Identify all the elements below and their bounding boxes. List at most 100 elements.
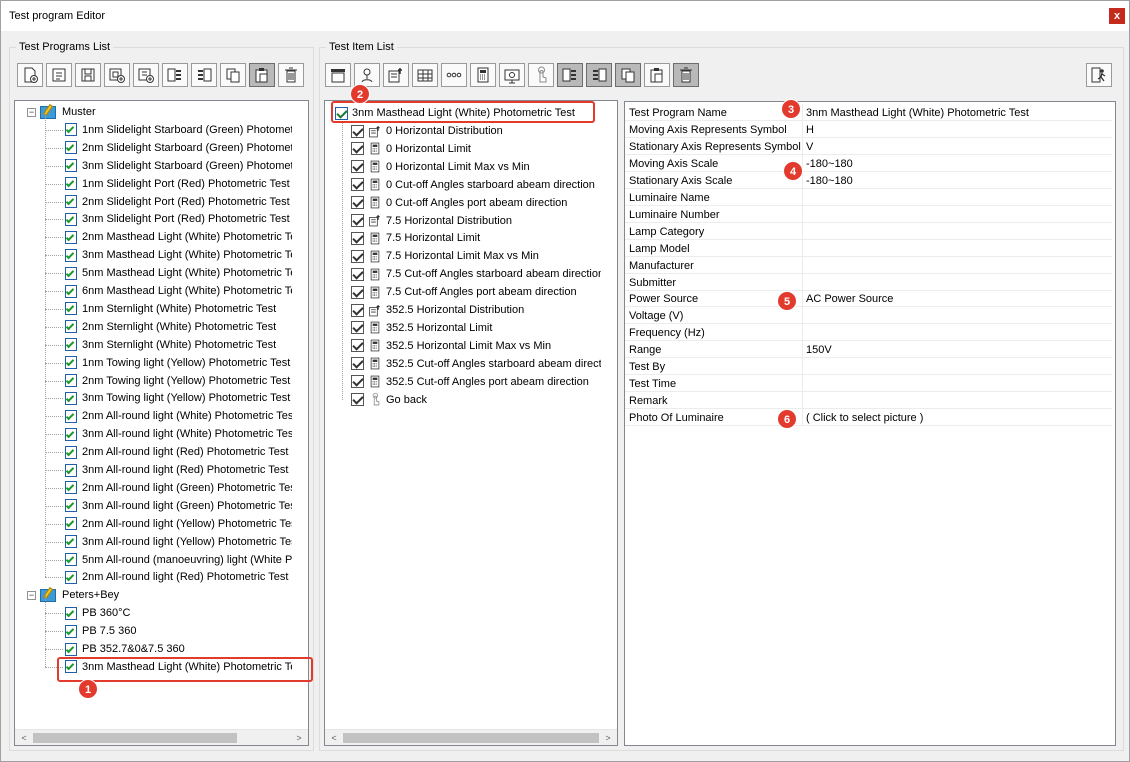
program-item[interactable]: PB 352.7&0&7.5 360 — [64, 640, 185, 658]
table-button[interactable] — [412, 63, 438, 87]
add-group-button[interactable] — [104, 63, 130, 87]
property-row[interactable]: Moving Axis Scale -180~180 — [625, 154, 1112, 172]
property-row[interactable]: Test Time — [625, 375, 1112, 393]
checkbox-icon[interactable] — [351, 321, 364, 335]
property-row[interactable]: Stationary Axis Scale -180~180 — [625, 171, 1112, 189]
property-row[interactable]: Frequency (Hz) — [625, 324, 1112, 342]
program-item[interactable]: 3nm Slidelight Starboard (Green) Photome… — [64, 157, 292, 175]
test-item[interactable]: 352.5 Horizontal Distribution — [351, 301, 524, 319]
program-item[interactable]: 2nm All-round light (Green) Photometric … — [64, 479, 292, 497]
property-row[interactable]: Photo Of Luminaire ( Click to select pict… — [625, 409, 1112, 427]
test-item[interactable]: 7.5 Horizontal Distribution — [351, 212, 512, 230]
program-item[interactable]: 2nm Slidelight Starboard (Green) Photome… — [64, 139, 292, 157]
screen-target-button[interactable] — [499, 63, 525, 87]
program-item[interactable]: 5nm All-round (manoeuvring) light (White… — [64, 551, 292, 569]
property-row[interactable]: Submitter — [625, 273, 1112, 291]
checkbox-icon[interactable] — [351, 303, 364, 317]
program-item[interactable]: PB 7.5 360 — [64, 622, 136, 640]
move-down-button[interactable] — [191, 63, 217, 87]
property-row[interactable]: Remark — [625, 392, 1112, 410]
test-item[interactable]: 352.5 Cut-off Angles starboard abeam dir… — [351, 355, 601, 373]
program-item[interactable]: 2nm All-round light (Red) Photometric Te… — [64, 568, 288, 586]
property-row[interactable]: Luminaire Number — [625, 205, 1112, 223]
test-item[interactable]: 7.5 Cut-off Angles port abeam direction — [351, 283, 577, 301]
move-down-button[interactable] — [586, 63, 612, 87]
open-program-button[interactable] — [46, 63, 72, 87]
programs-hscroll[interactable]: < > — [15, 729, 308, 745]
scroll-right-icon[interactable]: > — [292, 731, 306, 745]
checkbox-icon[interactable] — [351, 393, 364, 406]
scroll-right-icon[interactable]: > — [601, 731, 615, 745]
program-item[interactable]: 1nm Slidelight Port (Red) Photometric Te… — [64, 175, 290, 193]
test-item[interactable]: 0 Horizontal Distribution — [351, 122, 503, 140]
group-node[interactable]: − Muster — [27, 103, 96, 121]
property-value[interactable]: V — [806, 141, 813, 153]
more-button[interactable] — [441, 63, 467, 87]
distribution-button[interactable] — [383, 63, 409, 87]
property-row[interactable]: Stationary Axis Represents Symbol V — [625, 137, 1112, 155]
property-row[interactable]: Luminaire Name — [625, 188, 1112, 206]
program-header-button[interactable] — [325, 63, 351, 87]
collapse-icon[interactable]: − — [27, 590, 36, 600]
program-item[interactable]: 2nm All-round light (Yellow) Photometric… — [64, 515, 292, 533]
test-item[interactable]: 0 Cut-off Angles starboard abeam directi… — [351, 176, 595, 194]
program-item[interactable]: 2nm Towing light (Yellow) Photometric Te… — [64, 372, 290, 390]
collapse-icon[interactable]: − — [27, 107, 36, 117]
test-item[interactable]: 352.5 Horizontal Limit Max vs Min — [351, 337, 551, 355]
test-item[interactable]: 352.5 Cut-off Angles port abeam directio… — [351, 373, 589, 391]
program-item[interactable]: 2nm All-round light (Red) Photometric Te… — [64, 443, 288, 461]
property-row[interactable]: Range 150V — [625, 341, 1112, 359]
delete-button[interactable] — [673, 63, 699, 87]
checkbox-icon[interactable] — [351, 160, 364, 174]
property-row[interactable]: Manufacturer — [625, 256, 1112, 274]
property-row[interactable]: Test Program Name 3nm Masthead Light (Whi… — [625, 104, 1112, 121]
property-row[interactable]: Power Source AC Power Source — [625, 290, 1112, 308]
checkbox-icon[interactable] — [351, 178, 364, 192]
new-program-button[interactable] — [17, 63, 43, 87]
test-item[interactable]: 352.5 Horizontal Limit — [351, 319, 492, 337]
checkbox-icon[interactable] — [351, 357, 364, 371]
scroll-left-icon[interactable]: < — [327, 731, 341, 745]
property-value[interactable]: ( Click to select picture ) — [806, 412, 923, 424]
property-row[interactable]: Lamp Category — [625, 222, 1112, 240]
checkbox-icon[interactable] — [351, 231, 364, 245]
program-item[interactable]: 5nm Masthead Light (White) Photometric T… — [64, 264, 292, 282]
paste-button[interactable] — [644, 63, 670, 87]
property-row[interactable]: Voltage (V) — [625, 307, 1112, 325]
checkbox-icon[interactable] — [351, 142, 364, 156]
test-item[interactable]: 7.5 Horizontal Limit — [351, 229, 480, 247]
property-value[interactable]: -180~180 — [806, 175, 853, 187]
property-value[interactable]: H — [806, 124, 814, 136]
paste-button[interactable] — [249, 63, 275, 87]
copy-button[interactable] — [615, 63, 641, 87]
test-item[interactable]: 0 Horizontal Limit — [351, 140, 471, 158]
scroll-left-icon[interactable]: < — [17, 731, 31, 745]
program-item[interactable]: 3nm Sternlight (White) Photometric Test — [64, 336, 276, 354]
scroll-thumb[interactable] — [343, 733, 599, 743]
copy-button[interactable] — [220, 63, 246, 87]
property-value[interactable]: 150V — [806, 344, 832, 356]
property-value[interactable]: 3nm Masthead Light (White) Photometric T… — [806, 107, 1029, 119]
move-up-button[interactable] — [162, 63, 188, 87]
add-item-button[interactable] — [133, 63, 159, 87]
checkbox-icon[interactable] — [351, 339, 364, 353]
scroll-thumb[interactable] — [33, 733, 237, 743]
test-item[interactable]: 0 Horizontal Limit Max vs Min — [351, 158, 530, 176]
checkbox-icon[interactable] — [351, 214, 364, 227]
checkbox-icon[interactable] — [351, 285, 364, 299]
program-item[interactable]: 2nm Sternlight (White) Photometric Test — [64, 318, 276, 336]
checkbox-icon[interactable] — [351, 375, 364, 389]
checkbox-icon[interactable] — [351, 196, 364, 210]
program-item[interactable]: 6nm Masthead Light (White) Photometric T… — [64, 282, 292, 300]
hand-pointer-button[interactable] — [528, 63, 554, 87]
program-item[interactable]: 2nm All-round light (White) Photometric … — [64, 407, 292, 425]
checkbox-icon[interactable] — [351, 267, 364, 281]
program-item[interactable]: 3nm All-round light (Green) Photometric … — [64, 497, 292, 515]
delete-button[interactable] — [278, 63, 304, 87]
program-item[interactable]: 1nm Sternlight (White) Photometric Test — [64, 300, 276, 318]
calculator-button[interactable] — [470, 63, 496, 87]
program-item[interactable]: 1nm Slidelight Starboard (Green) Photome… — [64, 121, 292, 139]
items-hscroll[interactable]: < > — [325, 729, 617, 745]
move-up-button[interactable] — [557, 63, 583, 87]
save-button[interactable] — [75, 63, 101, 87]
